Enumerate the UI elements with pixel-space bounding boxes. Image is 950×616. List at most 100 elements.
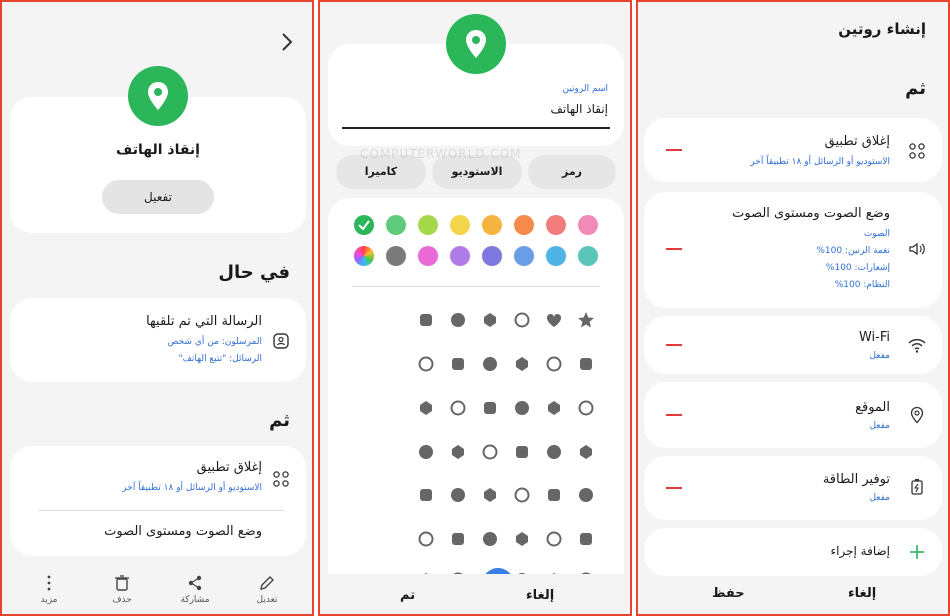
- then-heading: ثم: [269, 410, 290, 431]
- watch-icon[interactable]: [417, 486, 435, 504]
- color-swatch[interactable]: [354, 246, 374, 266]
- bottom-bar: إلغاء حفظ: [638, 578, 948, 614]
- remove-action-button[interactable]: [666, 414, 682, 416]
- done-button[interactable]: تم: [400, 588, 415, 603]
- remove-action-button[interactable]: [666, 344, 682, 346]
- alarm-icon[interactable]: [577, 443, 595, 461]
- clock-icon[interactable]: [545, 486, 563, 504]
- color-swatch[interactable]: [354, 215, 374, 235]
- music-icon[interactable]: [513, 530, 531, 548]
- color-swatch[interactable]: [546, 246, 566, 266]
- bear-icon[interactable]: [481, 311, 499, 329]
- remove-action-button[interactable]: [666, 248, 682, 250]
- then-heading: ثم: [905, 78, 926, 99]
- color-swatch[interactable]: [450, 246, 470, 266]
- cancel-button[interactable]: إلغاء: [526, 588, 554, 603]
- chat-icon[interactable]: [417, 399, 435, 417]
- color-swatch[interactable]: [578, 215, 598, 235]
- action-title: Wi-Fi: [858, 330, 890, 345]
- building-icon[interactable]: [449, 530, 467, 548]
- baby-icon[interactable]: [545, 399, 563, 417]
- calendar-icon[interactable]: [545, 443, 563, 461]
- paw-icon[interactable]: [417, 443, 435, 461]
- divider: [38, 510, 284, 511]
- action-sound-mode[interactable]: وضع الصوت ومستوى الصوت: [32, 524, 262, 539]
- color-swatch[interactable]: [578, 246, 598, 266]
- robot-icon[interactable]: [577, 355, 595, 373]
- edit-button[interactable]: تعديل: [247, 574, 287, 605]
- bell-icon[interactable]: [513, 486, 531, 504]
- color-swatch[interactable]: [418, 246, 438, 266]
- routine-detail-panel: إنقاذ الهاتف تفعيل في حال الرسالة التي ت…: [0, 0, 314, 616]
- action-title: وضع الصوت ومستوى الصوت: [104, 524, 262, 539]
- color-swatch[interactable]: [546, 215, 566, 235]
- add-action-button[interactable]: [644, 528, 942, 576]
- action-line: النظام: 100%: [834, 280, 890, 290]
- trash-icon: [115, 575, 129, 591]
- remove-action-button[interactable]: [666, 149, 682, 151]
- puzzle-icon[interactable]: [545, 355, 563, 373]
- utensils-icon[interactable]: [481, 399, 499, 417]
- divider: [352, 286, 600, 287]
- flask-icon[interactable]: [449, 355, 467, 373]
- action-title: الموقع: [855, 400, 890, 415]
- action-line: مفعل: [869, 493, 890, 503]
- color-swatch[interactable]: [514, 246, 534, 266]
- network-icon[interactable]: [481, 530, 499, 548]
- cancel-button[interactable]: إلغاء: [848, 586, 876, 601]
- cat-icon[interactable]: [449, 311, 467, 329]
- color-swatch[interactable]: [514, 215, 534, 235]
- color-swatch[interactable]: [386, 215, 406, 235]
- color-swatch[interactable]: [450, 215, 470, 235]
- name-input[interactable]: إنقاذ الهاتف: [551, 102, 609, 116]
- planet-icon[interactable]: [481, 486, 499, 504]
- bulb-icon[interactable]: [513, 443, 531, 461]
- battery-icon: [911, 479, 923, 495]
- save-button[interactable]: حفظ: [712, 586, 745, 601]
- action-title: إغلاق تطبيق: [824, 134, 890, 149]
- name-underline: [342, 127, 610, 129]
- action-line: الصوت: [863, 229, 890, 239]
- apps-grid-icon: [909, 143, 925, 159]
- more-button[interactable]: مزيد: [29, 574, 69, 605]
- color-swatch[interactable]: [482, 246, 502, 266]
- basketball-icon[interactable]: [449, 443, 467, 461]
- cart-icon[interactable]: [417, 355, 435, 373]
- diamond-icon[interactable]: [513, 311, 531, 329]
- share-button[interactable]: مشاركة: [175, 574, 215, 605]
- gamepad-icon[interactable]: [513, 355, 531, 373]
- add-action-label: إضافة إجراء: [830, 544, 890, 558]
- delete-button[interactable]: حذف: [102, 574, 142, 605]
- lipstick-icon[interactable]: [481, 355, 499, 373]
- color-swatch[interactable]: [482, 215, 502, 235]
- activate-button[interactable]: تفعيل: [102, 180, 214, 214]
- gift-icon[interactable]: [513, 399, 531, 417]
- earbuds-icon[interactable]: [449, 486, 467, 504]
- routine-location-icon: [128, 66, 188, 126]
- action-title: إغلاق تطبيق: [196, 460, 262, 475]
- speaker-icon: [909, 242, 925, 256]
- shield-icon[interactable]: [417, 530, 435, 548]
- thumbs-up-icon[interactable]: [449, 399, 467, 417]
- color-swatch[interactable]: [418, 215, 438, 235]
- chevron-right-icon[interactable]: [280, 32, 294, 52]
- location-icon: [910, 406, 924, 424]
- routine-location-icon[interactable]: [446, 14, 506, 74]
- star-icon[interactable]: [577, 311, 595, 329]
- action-close-app[interactable]: إغلاق تطبيق الاستوديو أو الرسائل أو ١٨ ت…: [32, 460, 262, 495]
- message-person-icon: [273, 333, 289, 349]
- cocktail-icon[interactable]: [481, 443, 499, 461]
- sunrise-icon[interactable]: [545, 530, 563, 548]
- tab-symbol[interactable]: رمز: [528, 155, 616, 189]
- action-line: مفعل: [869, 421, 890, 431]
- remove-action-button[interactable]: [666, 487, 682, 489]
- check-circle-icon[interactable]: [577, 530, 595, 548]
- dog-icon[interactable]: [417, 311, 435, 329]
- routine-name: إنقاذ الهاتف: [116, 142, 200, 158]
- bluetooth-icon[interactable]: [577, 486, 595, 504]
- color-swatch[interactable]: [386, 246, 406, 266]
- trigger-senders: المرسلون: من أي شخص: [167, 337, 262, 347]
- heart-icon[interactable]: [545, 311, 563, 329]
- leaf-icon[interactable]: [577, 399, 595, 417]
- action-title: توفير الطاقة: [822, 472, 890, 487]
